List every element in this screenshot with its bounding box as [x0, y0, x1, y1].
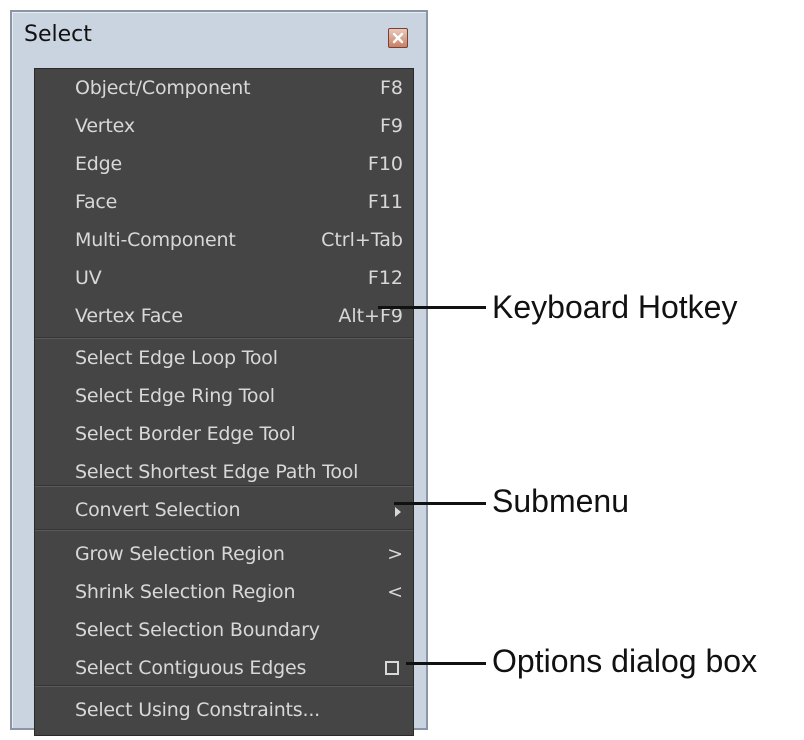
menu-item-label: Vertex Face [75, 305, 183, 327]
menu-item-label: Select Edge Loop Tool [75, 347, 278, 369]
window-title: Select [24, 22, 92, 47]
menu-item-label: Select Edge Ring Tool [75, 385, 275, 407]
menu-item-label: Shrink Selection Region [75, 581, 296, 603]
menu-item-convert-selection[interactable]: Convert Selection [35, 491, 413, 529]
menu-item-label: Edge [75, 153, 123, 175]
menu-item-label: Select Selection Boundary [75, 619, 320, 641]
menu-item-select-edge-ring-tool[interactable]: Select Edge Ring Tool [35, 377, 413, 415]
menu-item-label: Select Shortest Edge Path Tool [75, 461, 359, 483]
menu-divider [35, 485, 413, 487]
menu-item-label: Object/Component [75, 77, 251, 99]
menu-item-select-border-edge-tool[interactable]: Select Border Edge Tool [35, 415, 413, 453]
title-bar[interactable]: Select [12, 12, 426, 60]
menu-item-object-component[interactable]: Object/Component F8 [35, 69, 413, 107]
menu-item-label: Face [75, 191, 118, 213]
menu-item-uv[interactable]: UV F12 [35, 259, 413, 297]
menu-item-label: Grow Selection Region [75, 543, 285, 565]
menu-item-edge[interactable]: Edge F10 [35, 145, 413, 183]
menu-item-label: Multi-Component [75, 229, 236, 251]
menu-item-vertex[interactable]: Vertex F9 [35, 107, 413, 145]
menu-item-select-edge-loop-tool[interactable]: Select Edge Loop Tool [35, 339, 413, 377]
options-callout-line [406, 662, 486, 665]
select-menu: Object/Component F8 Vertex F9 Edge F10 F… [34, 68, 414, 736]
menu-item-label: Select Contiguous Edges [75, 657, 307, 679]
menu-item-multi-component[interactable]: Multi-Component Ctrl+Tab [35, 221, 413, 259]
menu-item-select-contiguous-edges[interactable]: Select Contiguous Edges [35, 649, 413, 687]
submenu-callout-label: Submenu [492, 483, 629, 519]
menu-item-label: Vertex [75, 115, 135, 137]
hotkey-label: > [387, 543, 403, 565]
hotkey-label: F10 [367, 153, 403, 175]
option-box-icon[interactable] [385, 661, 399, 675]
menu-item-label: Convert Selection [75, 499, 241, 521]
options-callout-label: Options dialog box [492, 643, 758, 679]
hotkey-label: Ctrl+Tab [321, 229, 403, 251]
hotkey-label: F9 [379, 115, 403, 137]
menu-item-label: UV [75, 267, 102, 289]
menu-item-label: Select Using Constraints... [75, 699, 321, 721]
menu-item-grow-selection-region[interactable]: Grow Selection Region > [35, 535, 413, 573]
menu-item-face[interactable]: Face F11 [35, 183, 413, 221]
menu-divider [35, 529, 413, 531]
hotkey-label: < [387, 581, 403, 603]
hotkey-label: F11 [367, 191, 403, 213]
menu-item-shrink-selection-region[interactable]: Shrink Selection Region < [35, 573, 413, 611]
menu-divider [35, 685, 413, 687]
hotkey-label: F8 [379, 77, 403, 99]
menu-item-label: Select Border Edge Tool [75, 423, 296, 445]
submenu-arrow-icon [395, 507, 401, 517]
close-icon [392, 32, 404, 44]
menu-item-select-selection-boundary[interactable]: Select Selection Boundary [35, 611, 413, 649]
submenu-callout-line [394, 502, 486, 505]
hotkey-callout-label: Keyboard Hotkey [492, 289, 738, 325]
menu-item-select-using-constraints[interactable]: Select Using Constraints... [35, 691, 413, 729]
hotkey-label: F12 [367, 267, 403, 289]
menu-item-vertex-face[interactable]: Vertex Face Alt+F9 [35, 297, 413, 335]
hotkey-callout-line [378, 306, 486, 309]
close-button[interactable] [388, 28, 408, 48]
